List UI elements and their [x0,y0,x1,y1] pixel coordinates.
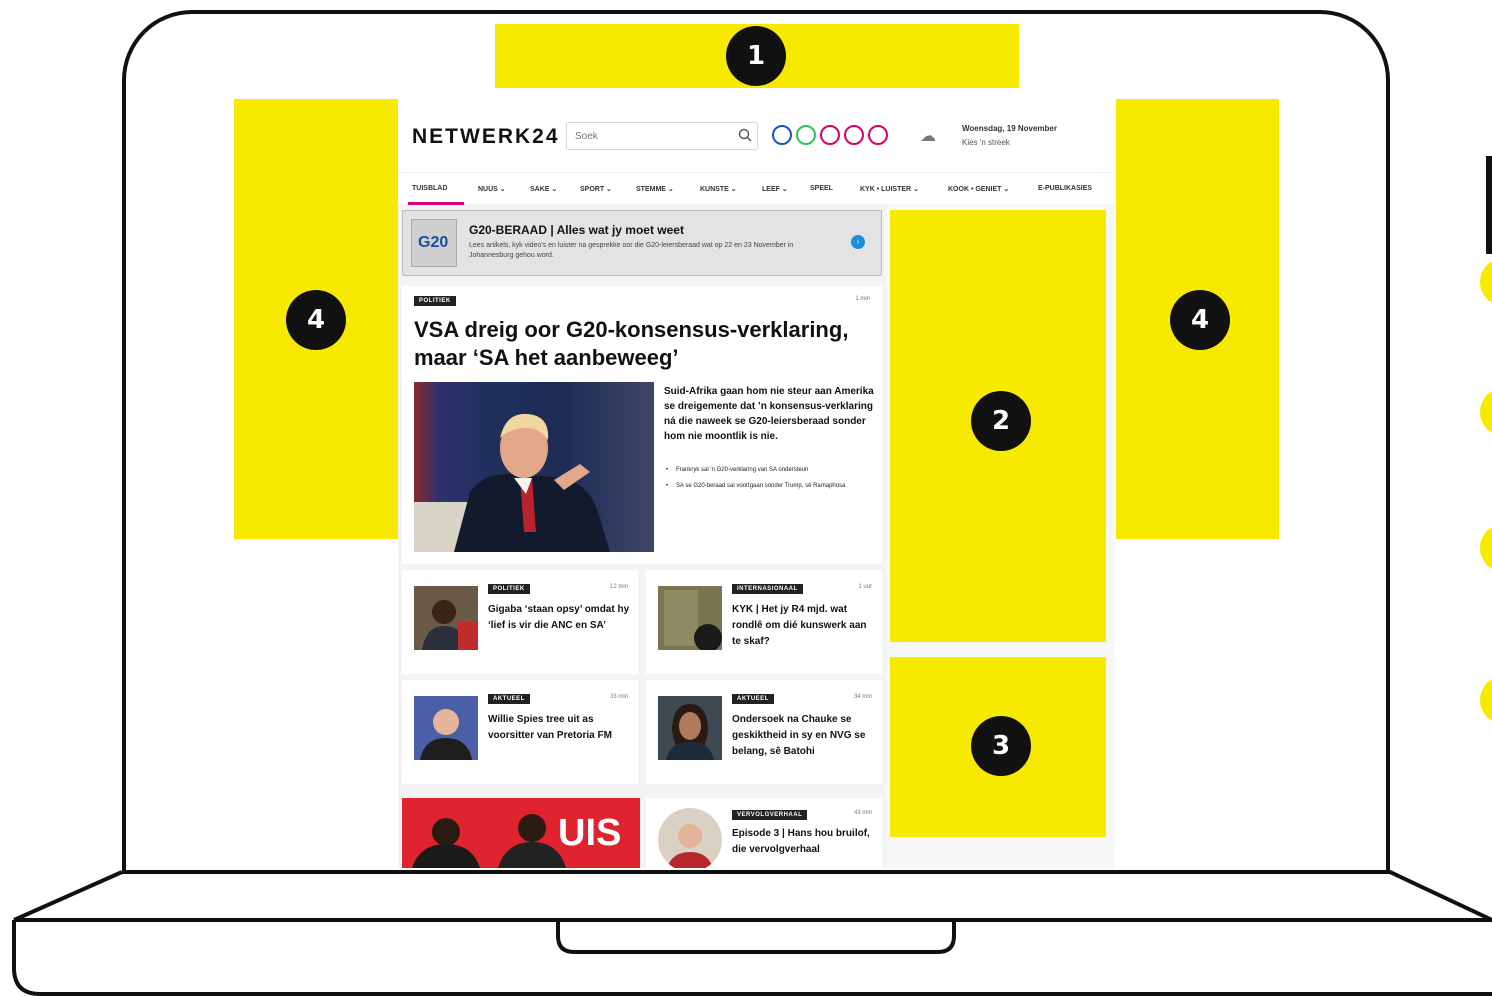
ad-marker-1: 1 [726,26,786,86]
ad-marker-2: 2 [971,391,1031,451]
main-article-card[interactable]: POLITIEK 1 min VSA dreig oor G20-konsens… [402,286,882,564]
portrait-illustration [658,696,722,760]
legend-bar [1486,156,1492,254]
main-headline[interactable]: VSA dreig oor G20-konsensus-verklaring, … [414,316,878,372]
main-bullet-list: Frankryk sal ’n G20-verklaring van SA on… [664,466,874,498]
article-thumbnail[interactable] [658,696,722,760]
site-logo[interactable]: NETWERK24 [412,125,560,149]
legend-dot-2 [1480,388,1492,436]
legend-dot-3 [1480,524,1492,572]
nav-item-kunste[interactable]: KUNSTE ⌄ [700,185,737,193]
laptop-base [0,870,1492,996]
card-title[interactable]: Ondersoek na Chauke se geskiktheid in sy… [732,712,876,760]
card-tag[interactable]: AKTUEEL [732,694,774,704]
article-card[interactable]: AKTUEEL 34 min Ondersoek na Chauke se ge… [646,680,882,784]
banner-thumb-text: G20 [418,234,449,251]
legend-dot-4 [1480,676,1492,724]
banner-description: Lees artikels, kyk video's en luister na… [469,242,794,259]
date-text: Woensdag, 19 November [962,124,1057,133]
card-title[interactable]: Willie Spies tree uit as voorsitter van … [488,712,632,744]
tiktok-icon[interactable] [844,125,864,145]
artwork-illustration [658,586,722,650]
pinterest-icon[interactable] [868,125,888,145]
card-time: 12 min [609,584,628,590]
portrait-illustration [658,808,722,868]
card-tag[interactable]: AKTUEEL [488,694,530,704]
bullet-link[interactable]: Frankryk sal ’n G20-verklaring van SA on… [664,466,874,475]
trump-photo-illustration [414,413,610,552]
ad-marker-4-right: 4 [1170,290,1230,350]
whatsapp-icon[interactable] [796,125,816,145]
bullet-link[interactable]: SA se G20-beraad sal voortgaan sonder Tr… [664,482,874,491]
chevron-right-icon[interactable]: › [851,235,865,249]
ad-marker-3: 3 [971,716,1031,776]
region-selector[interactable]: Kies 'n streek [962,138,1010,147]
nav-item-nuus[interactable]: NUUS ⌄ [478,185,506,193]
promo-text: UIS [558,812,622,854]
main-summary: Suid-Afrika gaan hom nie steur aan Ameri… [664,386,874,442]
card-time: 43 min [853,810,872,816]
banner-thumbnail: G20 [411,219,457,267]
card-title[interactable]: KYK | Het jy R4 mjd. wat rondlê om dié k… [732,602,876,650]
card-time: 34 min [853,694,872,700]
article-card[interactable]: POLITIEK 12 min Gigaba ‘staan opsy’ omda… [402,570,638,674]
instagram-icon[interactable] [820,125,840,145]
card-tag[interactable]: POLITIEK [488,584,530,594]
article-card[interactable]: AKTUEEL 33 min Willie Spies tree uit as … [402,680,638,784]
article-thumbnail[interactable] [414,586,478,650]
nav-item-kyk-luister[interactable]: KYK • LUISTER ⌄ [860,185,919,193]
portrait-illustration [414,586,478,650]
card-title[interactable]: Episode 3 | Hans hou bruilof, die vervol… [732,826,876,858]
main-nav: TUISBLAD NUUS ⌄ SAKE ⌄ SPORT ⌄ STEMME ⌄ … [398,172,1114,205]
search-input[interactable] [566,122,758,150]
nav-item-tuisblad[interactable]: TUISBLAD [412,185,447,192]
portrait-illustration [414,696,478,760]
promo-banner[interactable]: UIS [402,798,640,868]
nav-item-e-publikasies[interactable]: E-PUBLIKASIES [1038,185,1092,192]
nav-item-sport[interactable]: SPORT ⌄ [580,185,612,193]
nav-item-stemme[interactable]: STEMME ⌄ [636,185,674,193]
banner-title[interactable]: G20-BERAAD | Alles wat jy moet weet [469,223,684,237]
weather-icon: ☁ [920,128,936,145]
search-icon[interactable] [738,128,752,142]
ad-marker-4-left: 4 [286,290,346,350]
facebook-icon[interactable] [772,125,792,145]
article-thumbnail[interactable] [414,696,478,760]
g20-banner[interactable]: G20 G20-BERAAD | Alles wat jy moet weet … [402,210,882,276]
article-thumbnail[interactable] [658,586,722,650]
article-time: 1 min [855,296,870,302]
nav-item-speel[interactable]: SPEEL [810,185,833,192]
nav-item-sake[interactable]: SAKE ⌄ [530,185,557,193]
card-tag[interactable]: VERVOLGVERHAAL [732,810,808,820]
article-thumbnail[interactable] [658,808,722,868]
article-card[interactable]: VERVOLGVERHAAL 43 min Episode 3 | Hans h… [646,798,882,868]
site-header: NETWERK24 ☁ Woensdag, 19 November Kies '… [398,98,1114,172]
nav-item-leef[interactable]: LEEF ⌄ [762,185,788,193]
card-time: 1 uur [858,584,872,590]
legend-dot-1 [1480,258,1492,306]
card-time: 33 min [609,694,628,700]
card-tag[interactable]: INTERNASIONAAL [732,584,803,594]
main-article-photo[interactable] [414,382,654,552]
article-tag[interactable]: POLITIEK [414,296,456,306]
nav-item-kook-geniet[interactable]: KOOK • GENIET ⌄ [948,185,1009,193]
article-card[interactable]: INTERNASIONAAL 1 uur KYK | Het jy R4 mjd… [646,570,882,674]
card-title[interactable]: Gigaba ‘staan opsy’ omdat hy ‘lief is vi… [488,602,632,634]
nav-active-indicator [408,202,464,205]
